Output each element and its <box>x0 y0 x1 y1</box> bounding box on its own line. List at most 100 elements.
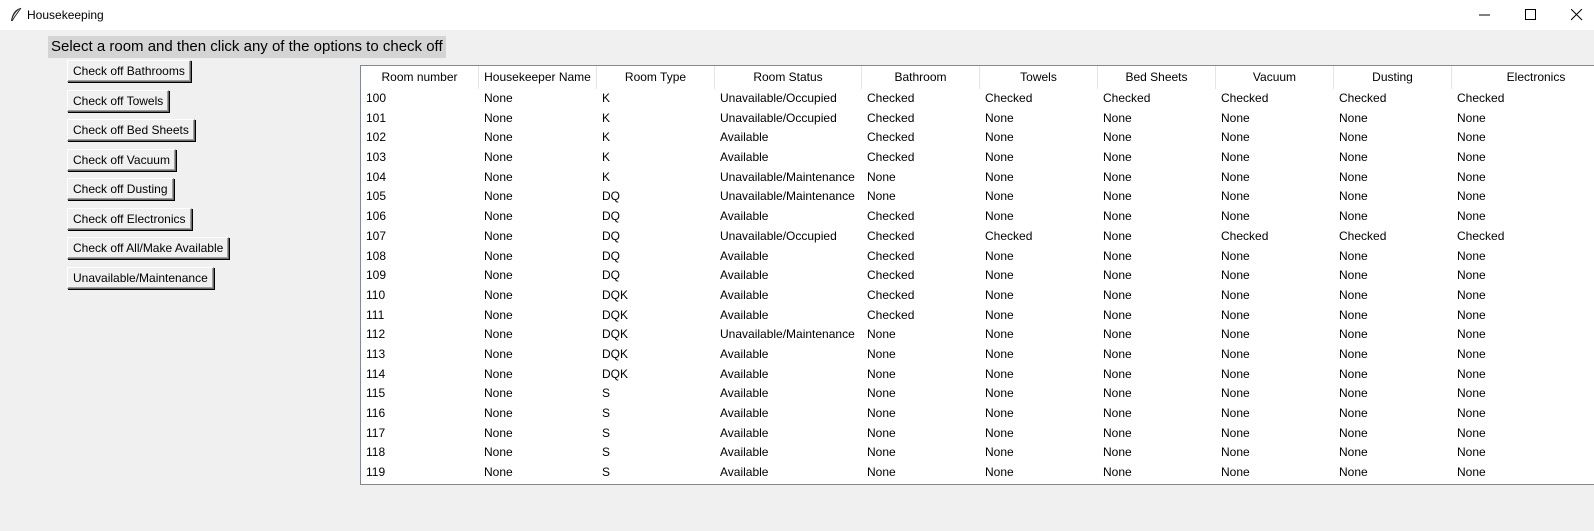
column-header-room-type[interactable]: Room Type <box>597 66 715 89</box>
table-row[interactable]: 106 None DQ Available Checked None None None Non… <box>361 207 1594 227</box>
cell-dusting: None <box>1339 386 1368 401</box>
cell-vacuum: Checked <box>1221 91 1269 105</box>
check-off-all-button[interactable]: Check off All/Make Available <box>67 237 230 259</box>
table-row[interactable]: 116 None S Available None None None None None Non… <box>361 404 1594 424</box>
table-row[interactable]: 117 None S Available None None None None None Non… <box>361 424 1594 444</box>
maximize-button[interactable] <box>1508 0 1554 30</box>
column-header-towels[interactable]: Towels <box>980 66 1098 89</box>
cell-vacuum: None <box>1221 268 1250 283</box>
check-off-dusting-button[interactable]: Check off Dusting <box>67 178 174 200</box>
cell-bathroom: Checked <box>867 91 915 105</box>
table-row[interactable]: 101 None K Unavailable/Occupied Checked None N… <box>361 109 1594 129</box>
cell-bed-sheets: None <box>1103 445 1132 460</box>
cell-room-number: 112 <box>366 327 386 342</box>
cell-room-type: DQK <box>602 346 629 361</box>
cell-electronics: None <box>1457 327 1486 342</box>
column-header-dusting[interactable]: Dusting <box>1334 66 1452 89</box>
minimize-button[interactable] <box>1462 0 1508 30</box>
table-row[interactable]: 102 None K Available Checked None None None None… <box>361 128 1594 148</box>
cell-housekeeper-name: None <box>484 465 513 480</box>
check-off-bed-sheets-button[interactable]: Check off Bed Sheets <box>67 119 195 141</box>
table-row[interactable]: 110 None DQK Available Checked None None None No… <box>361 286 1594 306</box>
cell-electronics: None <box>1457 150 1486 165</box>
cell-electronics: None <box>1457 287 1486 302</box>
table-row[interactable]: 104 None K Unavailable/Maintenance None None N… <box>361 168 1594 188</box>
cell-dusting: None <box>1339 130 1368 145</box>
cell-room-type: DQK <box>602 307 629 322</box>
cell-dusting: None <box>1339 307 1368 322</box>
cell-bed-sheets: None <box>1103 386 1132 401</box>
column-header-bed-sheets[interactable]: Bed Sheets <box>1098 66 1216 89</box>
cell-room-number: 114 <box>366 366 386 381</box>
column-header-electronics[interactable]: Electronics <box>1452 66 1594 89</box>
column-header-room-status[interactable]: Room Status <box>715 66 862 89</box>
cell-room-status: Available <box>720 209 769 224</box>
cell-towels: None <box>985 150 1014 165</box>
cell-housekeeper-name: None <box>484 248 513 263</box>
cell-vacuum: None <box>1221 465 1250 480</box>
cell-electronics: None <box>1457 386 1486 401</box>
cell-vacuum: Checked <box>1221 228 1269 243</box>
cell-room-number: 119 <box>366 465 386 480</box>
table-row[interactable]: 118 None S Available None None None None None Non… <box>361 443 1594 463</box>
table-row[interactable]: 107 None DQ Unavailable/Occupied Checked Chec… <box>361 227 1594 247</box>
table-row[interactable]: 119 None S Available None None None None None Non… <box>361 463 1594 483</box>
table-row[interactable]: 114 None DQK Available None None None None None N… <box>361 365 1594 385</box>
cell-electronics: Checked <box>1457 91 1505 105</box>
column-header-housekeeper-name[interactable]: Housekeeper Name <box>479 66 597 89</box>
cell-bed-sheets: None <box>1103 150 1132 165</box>
cell-vacuum: None <box>1221 189 1250 204</box>
table-row[interactable]: 111 None DQK Available Checked None None None No… <box>361 306 1594 326</box>
cell-towels: None <box>985 110 1014 125</box>
cell-electronics: None <box>1457 445 1486 460</box>
table-row[interactable]: 112 None DQK Unavailable/Maintenance None Non… <box>361 325 1594 345</box>
check-off-bathrooms-button[interactable]: Check off Bathrooms <box>67 60 191 82</box>
cell-bed-sheets: None <box>1103 248 1132 263</box>
close-button[interactable] <box>1554 0 1594 30</box>
cell-towels: None <box>985 425 1014 440</box>
check-off-vacuum-button[interactable]: Check off Vacuum <box>67 149 176 171</box>
cell-towels: None <box>985 465 1014 480</box>
cell-room-type: DQ <box>602 248 620 263</box>
table-row[interactable]: 109 None DQ Available Checked None None None Non… <box>361 266 1594 286</box>
instruction-label: Select a room and then click any of the … <box>48 36 446 58</box>
rooms-table[interactable]: Room number Housekeeper Name Room Type Room… <box>360 65 1594 485</box>
table-row[interactable]: 103 None K Available Checked None None None None… <box>361 148 1594 168</box>
table-row[interactable]: 105 None DQ Unavailable/Maintenance None None… <box>361 187 1594 207</box>
cell-towels: None <box>985 287 1014 302</box>
cell-electronics: None <box>1457 209 1486 224</box>
cell-room-number: 118 <box>366 445 386 460</box>
cell-room-type: DQ <box>602 268 620 283</box>
cell-housekeeper-name: None <box>484 228 513 243</box>
check-off-electronics-button[interactable]: Check off Electronics <box>67 208 192 230</box>
table-row[interactable]: 113 None DQK Available None None None None None N… <box>361 345 1594 365</box>
cell-bathroom: None <box>867 169 896 184</box>
cell-dusting: None <box>1339 366 1368 381</box>
cell-room-status: Unavailable/Maintenance <box>720 169 855 184</box>
table-row[interactable]: 100 None K Unavailable/Occupied Checked Check… <box>361 89 1594 109</box>
table-row[interactable]: 108 None DQ Available Checked None None None Non… <box>361 247 1594 267</box>
cell-room-type: DQ <box>602 228 620 243</box>
cell-room-type: DQK <box>602 327 629 342</box>
column-header-room-number[interactable]: Room number <box>361 66 479 89</box>
cell-room-type: DQ <box>602 209 620 224</box>
cell-bed-sheets: None <box>1103 465 1132 480</box>
cell-dusting: None <box>1339 287 1368 302</box>
cell-housekeeper-name: None <box>484 406 513 420</box>
unavailable-maintenance-button[interactable]: Unavailable/Maintenance <box>67 267 214 289</box>
cell-towels: None <box>985 346 1014 361</box>
cell-towels: None <box>985 268 1014 283</box>
column-header-bathroom[interactable]: Bathroom <box>862 66 980 89</box>
cell-room-status: Available <box>720 465 769 480</box>
cell-housekeeper-name: None <box>484 268 513 283</box>
cell-room-status: Available <box>720 386 769 401</box>
cell-electronics: Checked <box>1457 228 1505 243</box>
cell-dusting: None <box>1339 445 1368 460</box>
cell-room-status: Unavailable/Occupied <box>720 110 837 125</box>
cell-room-type: K <box>602 91 611 105</box>
check-off-towels-button[interactable]: Check off Towels <box>67 90 170 112</box>
table-body: 100 None K Unavailable/Occupied Checked Check… <box>361 89 1594 483</box>
column-header-vacuum[interactable]: Vacuum <box>1216 66 1334 89</box>
table-row[interactable]: 115 None S Available None None None None None Non… <box>361 384 1594 404</box>
feather-icon <box>9 7 23 23</box>
